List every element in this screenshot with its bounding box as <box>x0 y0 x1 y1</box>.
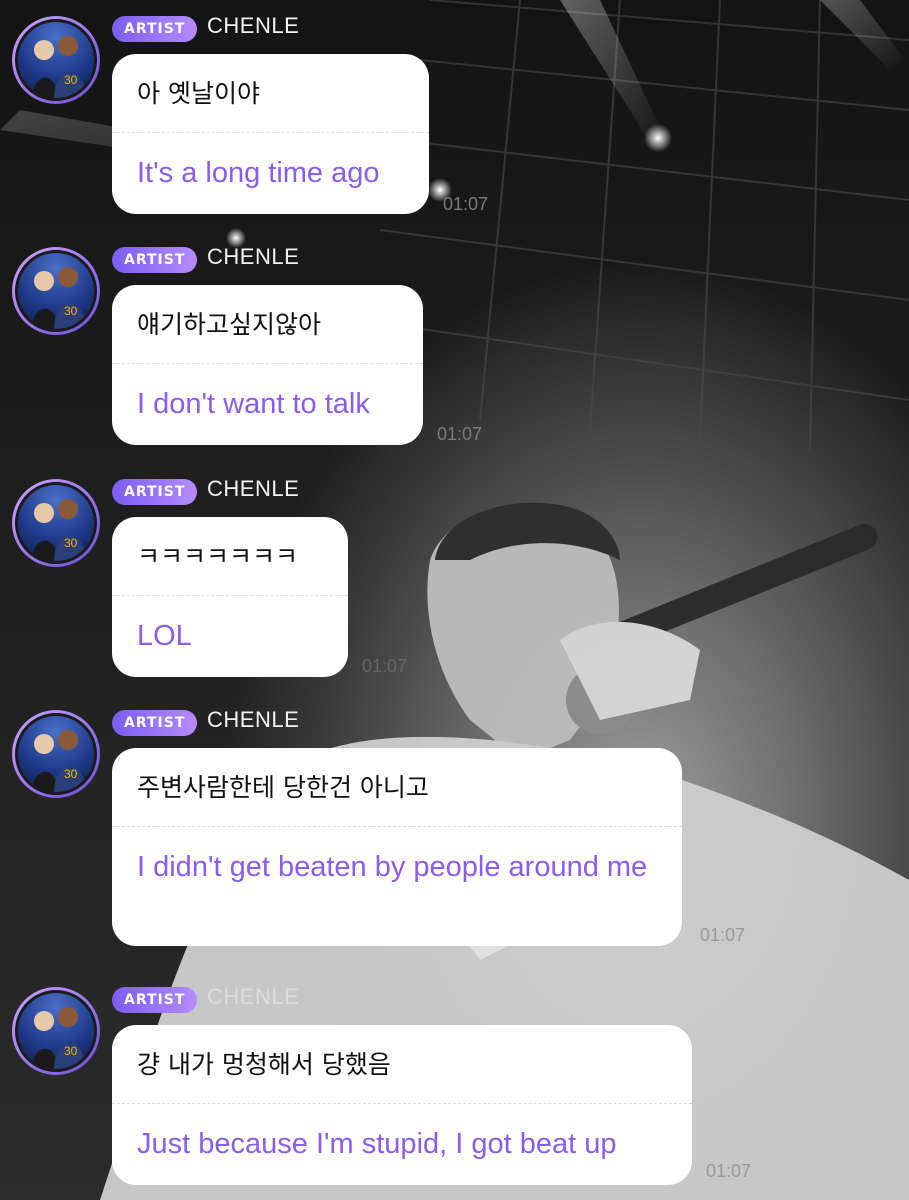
translated-text: It's a long time ago <box>137 157 380 189</box>
message-bubble[interactable]: 얘기하고싶지않아 I don't want to talk <box>112 285 423 445</box>
artist-badge: ARTIST <box>112 479 198 505</box>
artist-badge: ARTIST <box>112 247 198 273</box>
sender-name: CHENLE <box>207 984 300 1009</box>
avatar-photo: 30 <box>15 482 97 564</box>
original-korean-text: 아 옛날이야 <box>137 79 260 108</box>
translated-text: Just because I'm stupid, I got beat up <box>137 1128 617 1160</box>
avatar-people-graphic: 30 <box>32 267 86 329</box>
svg-text:30: 30 <box>64 304 78 318</box>
sender-name: CHENLE <box>207 476 300 501</box>
artist-badge: ARTIST <box>112 710 198 736</box>
original-korean-text: 주변사람한테 당한건 아니고 <box>137 773 429 802</box>
svg-text:30: 30 <box>64 73 78 87</box>
message-timestamp: 01:07 <box>706 1161 752 1181</box>
original-korean-text: 얘기하고싶지않아 <box>137 310 322 339</box>
avatar-photo: 30 <box>15 990 97 1072</box>
artist-avatar[interactable]: 30 <box>12 710 100 798</box>
artist-badge: ARTIST <box>112 987 198 1013</box>
avatar-photo: 30 <box>15 19 97 101</box>
artist-avatar[interactable]: 30 <box>12 987 100 1075</box>
sender-name: CHENLE <box>207 707 300 732</box>
avatar-photo: 30 <box>15 250 97 332</box>
avatar-people-graphic: 30 <box>32 730 86 792</box>
message-timestamp: 01:07 <box>437 424 483 444</box>
artist-avatar[interactable]: 30 <box>12 479 100 567</box>
translated-text: I didn't get beaten by people around me <box>137 851 648 883</box>
svg-text:30: 30 <box>64 767 78 781</box>
message-bubble[interactable]: 아 옛날이야 It's a long time ago <box>112 54 429 214</box>
original-korean-text: 걍 내가 멍청해서 당했음 <box>137 1050 391 1079</box>
artist-badge: ARTIST <box>112 16 198 42</box>
message-timestamp: 01:07 <box>443 194 489 214</box>
avatar-photo: 30 <box>15 713 97 795</box>
message-bubble[interactable]: 걍 내가 멍청해서 당했음 Just because I'm stupid, I… <box>112 1025 692 1185</box>
message-bubble[interactable]: 주변사람한테 당한건 아니고 I didn't get beaten by pe… <box>112 748 682 946</box>
avatar-people-graphic: 30 <box>32 1007 86 1069</box>
translated-text: LOL <box>137 620 192 652</box>
avatar-people-graphic: 30 <box>32 499 86 561</box>
artist-avatar[interactable]: 30 <box>12 247 100 335</box>
avatar-people-graphic: 30 <box>32 36 86 98</box>
artist-avatar[interactable]: 30 <box>12 16 100 104</box>
original-korean-text: ㅋㅋㅋㅋㅋㅋㅋ <box>137 542 299 571</box>
message-timestamp: 01:07 <box>362 656 408 676</box>
message-bubble[interactable]: ㅋㅋㅋㅋㅋㅋㅋ LOL <box>112 517 348 677</box>
svg-text:30: 30 <box>64 536 78 550</box>
sender-name: CHENLE <box>207 13 300 38</box>
svg-text:30: 30 <box>64 1044 78 1058</box>
message-timestamp: 01:07 <box>700 925 746 945</box>
sender-name: CHENLE <box>207 244 300 269</box>
translated-text: I don't want to talk <box>137 388 370 420</box>
